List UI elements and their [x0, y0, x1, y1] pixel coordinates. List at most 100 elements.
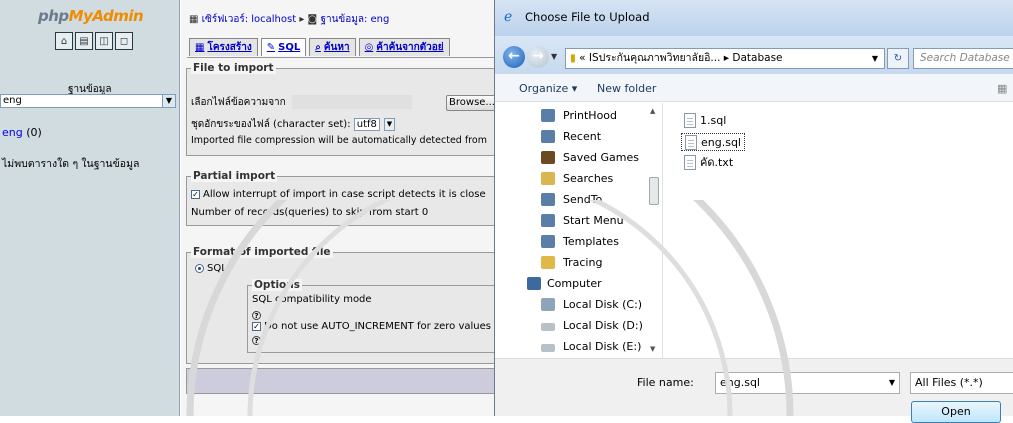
- nav-item[interactable]: Computer: [547, 273, 602, 294]
- help-icon[interactable]: ?: [252, 336, 261, 345]
- new-folder-button[interactable]: New folder: [597, 82, 656, 95]
- nav-item[interactable]: Saved Games: [563, 147, 639, 168]
- chevron-down-icon[interactable]: ▼: [889, 373, 895, 393]
- no-auto-increment-checkbox[interactable]: ✓: [252, 321, 261, 331]
- chevron-down-icon[interactable]: ▼: [162, 95, 175, 107]
- drive-icon: [541, 344, 555, 352]
- dialog-titlebar[interactable]: ℯ Choose File to Upload: [495, 0, 1013, 36]
- dialog-toolbar: Organize ▾ New folder ▦: [495, 74, 1013, 102]
- file-item[interactable]: 1.sql: [681, 111, 729, 129]
- database-select[interactable]: eng ▼: [0, 94, 176, 108]
- sql-query-icon[interactable]: ▤: [75, 32, 93, 50]
- chevron-down-icon[interactable]: ▼: [383, 117, 395, 131]
- file-name-input[interactable]: eng.sql ▼: [715, 372, 900, 394]
- crumb-server[interactable]: เซิร์ฟเวอร์: localhost: [202, 14, 297, 25]
- help-icon[interactable]: ?: [252, 311, 261, 320]
- drive-icon: [541, 298, 555, 311]
- charset-label: ชุดอักขระของไฟล์ (character set):: [191, 119, 351, 130]
- charset-select[interactable]: utf8: [353, 117, 380, 131]
- path-box[interactable]: ▮ « ISประกันคุณภาพวิทยาลัยอิ... ▸ Databa…: [565, 48, 885, 69]
- address-bar: ← → ▼ ▮ « ISประกันคุณภาพวิทยาลัยอิ... ▸ …: [495, 36, 1013, 74]
- file-item[interactable]: คัด.txt: [681, 153, 736, 171]
- chevron-down-icon[interactable]: ▼: [872, 49, 878, 68]
- file-icon: [684, 112, 696, 128]
- nav-item[interactable]: Local Disk (E:): [563, 336, 641, 357]
- tab-bar: ▦ โครงสร้าง ✎ SQL ⌕ ค้นหา ◎ ค้าค้นจากตัวอย่: [189, 38, 450, 56]
- help-icon[interactable]: ◻: [115, 32, 133, 50]
- partial-import-fieldset: Partial import ✓ Allow interrupt of impor…: [186, 170, 502, 226]
- file-label: เลือกไฟล์ข้อความจาก: [191, 97, 286, 108]
- breadcrumb: ▦ เซิร์ฟเวอร์: localhost ▸ ◙ ฐานข้อมูล: …: [189, 14, 390, 25]
- tab-sql[interactable]: ✎ SQL: [260, 38, 307, 56]
- tab-structure[interactable]: ▦ โครงสร้าง: [189, 38, 258, 56]
- file-import-fieldset: File to import เลือกไฟล์ข้อความจาก Brows…: [186, 62, 502, 156]
- submit-bar: [186, 368, 501, 394]
- file-type-select[interactable]: All Files (*.*): [910, 372, 1013, 394]
- path-folder[interactable]: ISประกันคุณภาพวิทยาลัยอิ...: [589, 52, 721, 64]
- dialog-title: Choose File to Upload: [525, 10, 650, 24]
- server-icon: ▦: [189, 14, 199, 25]
- sql-radio[interactable]: [195, 263, 204, 273]
- sql-compat-label: SQL compatibility mode: [252, 294, 372, 305]
- allow-interrupt-checkbox[interactable]: ✓: [191, 189, 200, 199]
- saved-games-icon: [541, 151, 555, 164]
- home-icon[interactable]: ⌂: [55, 32, 73, 50]
- computer-icon: [527, 277, 541, 290]
- navigation-pane: PrintHood Recent Saved Games Searches Se…: [495, 103, 663, 358]
- nav-item[interactable]: Local Disk (D:): [563, 315, 643, 336]
- pma-main-pane: ▦ เซิร์ฟเวอร์: localhost ▸ ◙ ฐานข้อมูล: …: [181, 0, 502, 416]
- nav-item[interactable]: PrintHood: [563, 105, 617, 126]
- nav-item[interactable]: Local Disk (C:): [563, 294, 642, 315]
- folder-link-icon: [541, 109, 555, 122]
- open-button[interactable]: Open: [911, 401, 1001, 423]
- folder-link-icon: [541, 235, 555, 248]
- skip-input[interactable]: 0: [422, 207, 428, 218]
- scroll-down-icon[interactable]: ▼: [650, 345, 655, 353]
- file-path-field[interactable]: [291, 95, 412, 109]
- options-legend: Options: [252, 279, 302, 291]
- forward-button[interactable]: →: [527, 46, 549, 68]
- refresh-icon[interactable]: ↻: [887, 48, 909, 69]
- tab-search[interactable]: ⌕ ค้นหา: [309, 38, 356, 56]
- file-item-selected[interactable]: eng.sql: [681, 133, 745, 151]
- chevron-down-icon[interactable]: ▼: [551, 52, 557, 61]
- search-input[interactable]: Search Database: [913, 48, 1013, 69]
- view-icon[interactable]: ▦: [997, 82, 1007, 95]
- search-icon: ⌕: [315, 42, 321, 53]
- sql-icon: ✎: [266, 42, 276, 53]
- nav-item[interactable]: Start Menu: [563, 210, 624, 231]
- file-import-legend: File to import: [191, 62, 276, 74]
- nav-item[interactable]: SendTo: [563, 189, 602, 210]
- organize-button[interactable]: Organize ▾: [519, 82, 577, 95]
- database-link[interactable]: eng (0): [2, 126, 42, 139]
- nav-item[interactable]: Recent: [563, 126, 601, 147]
- nav-item[interactable]: Templates: [563, 231, 619, 252]
- scroll-up-icon[interactable]: ▲: [650, 107, 655, 115]
- phpmyadmin-logo[interactable]: phpMyAdmin: [38, 7, 144, 25]
- file-name-label: File name:: [637, 376, 694, 389]
- choose-file-dialog: ℯ Choose File to Upload ← → ▼ ▮ « ISประก…: [494, 0, 1013, 423]
- file-list: 1.sql eng.sql คัด.txt: [663, 103, 1013, 358]
- left-toolbar: ⌂ ▤ ◫ ◻: [55, 32, 133, 50]
- skip-label: Number of records(queries) to skip from …: [191, 207, 419, 218]
- browse-button[interactable]: Browse...: [446, 95, 498, 111]
- dialog-footer: File name: eng.sql ▼ All Files (*.*) Open: [495, 358, 1013, 423]
- nav-item[interactable]: Searches: [563, 168, 613, 189]
- folder-icon: ▮: [570, 52, 576, 64]
- tab-query[interactable]: ◎ ค้าค้นจากตัวอย่: [358, 38, 450, 56]
- drive-icon: [541, 323, 555, 331]
- scroll-thumb[interactable]: [649, 177, 659, 205]
- back-button[interactable]: ←: [503, 46, 525, 68]
- nav-item[interactable]: Tracing: [563, 252, 602, 273]
- path-current[interactable]: Database: [732, 52, 782, 64]
- format-fieldset: Format of imported file SQL Options SQL …: [186, 246, 502, 364]
- options-fieldset: Options SQL compatibility mode ? ✓ Do not…: [247, 279, 497, 353]
- compression-note: Imported file compression will be automa…: [191, 135, 487, 146]
- crumb-db[interactable]: ฐานข้อมูล: eng: [320, 14, 389, 25]
- query-icon: ◎: [364, 42, 374, 53]
- folder-link-icon: [541, 193, 555, 206]
- searches-icon: [541, 172, 555, 185]
- nav-scrollbar[interactable]: ▲ ▼: [647, 105, 661, 357]
- no-auto-increment-label: Do not use AUTO_INCREMENT for zero value…: [264, 321, 492, 332]
- docs-icon[interactable]: ◫: [95, 32, 113, 50]
